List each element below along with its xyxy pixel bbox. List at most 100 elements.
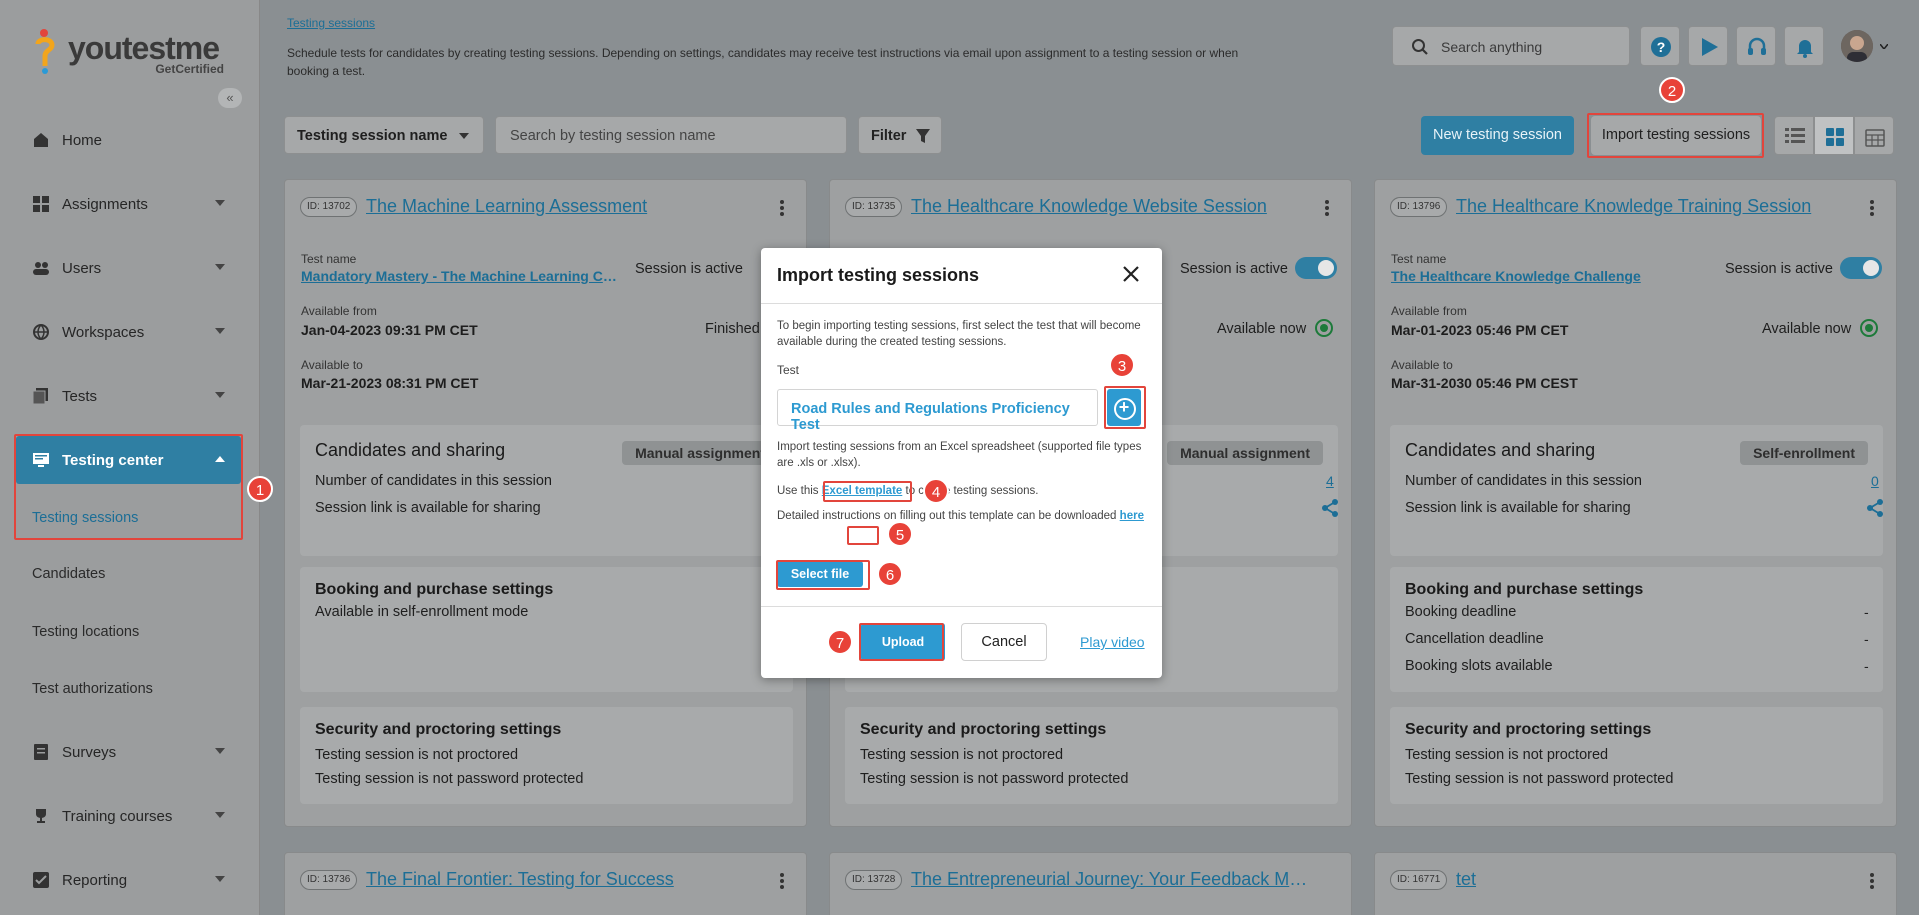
session-card: ID: 13736 The Final Frontier: Testing fo… [284, 852, 807, 915]
session-title-link[interactable]: The Final Frontier: Testing for Success [366, 869, 766, 890]
list-view-button[interactable] [1774, 116, 1814, 155]
global-search-input[interactable]: Search anything [1392, 26, 1630, 66]
session-status: Available now [1217, 321, 1307, 337]
booking-slots-label: Booking slots available [1405, 658, 1553, 674]
sidebar-item-label: Assignments [62, 195, 148, 213]
globe-icon [33, 324, 49, 341]
session-active-toggle[interactable] [1840, 257, 1882, 279]
candidates-count-label: Number of candidates in this session [1405, 473, 1642, 489]
share-label: Session link is available for sharing [315, 500, 541, 516]
chevron-down-icon [215, 748, 225, 754]
test-name-link[interactable]: The Healthcare Knowledge Challenge [1391, 268, 1714, 284]
session-search-input[interactable]: Search by testing session name [495, 116, 847, 154]
test-name-link[interactable]: Mandatory Mastery - The Machine Learning… [301, 268, 624, 284]
sidebar-item-assignments[interactable]: Assignments [16, 180, 241, 228]
session-title-link[interactable]: The Machine Learning Assessment [366, 196, 786, 217]
session-active-toggle[interactable] [1295, 257, 1337, 279]
security-title: Security and proctoring settings [860, 721, 1107, 738]
list-view-icon [1785, 128, 1805, 143]
sidebar-item-home[interactable]: Home [16, 116, 241, 164]
test-selection-field[interactable]: Road Rules and Regulations Proficiency T… [777, 389, 1098, 433]
users-icon [33, 262, 49, 275]
session-id-badge: ID: 13796 [1390, 197, 1448, 217]
session-status: Finished [705, 321, 760, 337]
session-id-badge: ID: 13702 [300, 197, 358, 217]
cancel-button[interactable]: Cancel [961, 623, 1047, 661]
sidebar-item-training-courses[interactable]: Training courses [16, 792, 241, 840]
booking-slots-value: - [1864, 658, 1869, 674]
session-active-label: Session is active [1180, 261, 1288, 277]
available-from-label: Available from [301, 304, 377, 318]
sidebar-sub-candidates[interactable]: Candidates [32, 566, 105, 582]
sidebar-item-users[interactable]: Users [16, 244, 241, 292]
sidebar-item-reporting[interactable]: Reporting [16, 856, 241, 904]
instructions-here-link[interactable]: here [1120, 510, 1144, 522]
dialog-title: Import testing sessions [777, 265, 980, 285]
more-options-icon[interactable] [780, 873, 784, 889]
cancellation-deadline-value: - [1864, 631, 1869, 647]
session-id-badge: ID: 13736 [300, 870, 358, 890]
session-title-link[interactable]: The Healthcare Knowledge Website Session [911, 196, 1331, 217]
highlight-here-link [847, 526, 879, 545]
candidates-title: Candidates and sharing [315, 440, 506, 460]
booking-section: Booking and purchase settings Available … [300, 567, 793, 692]
chevron-down-icon[interactable] [1880, 44, 1888, 49]
session-id-badge: ID: 13728 [845, 870, 903, 890]
candidates-count-link[interactable]: 0 [1871, 473, 1879, 489]
tests-icon [32, 388, 48, 405]
app-window: youtestme GetCertified « Home Assignment… [0, 0, 1919, 915]
more-options-icon[interactable] [780, 200, 784, 216]
avatar[interactable] [1841, 30, 1873, 62]
share-icon[interactable] [1865, 498, 1885, 518]
sidebar-sub-testing-locations[interactable]: Testing locations [32, 624, 139, 640]
session-card: ID: 13796 The Healthcare Knowledge Train… [1374, 179, 1897, 827]
sort-field-select[interactable]: Testing session name [284, 116, 484, 154]
calendar-view-button[interactable] [1854, 116, 1894, 155]
booking-text: Available in self-enrollment mode [315, 604, 529, 620]
assignment-badge: Manual assignment [1167, 441, 1323, 465]
session-title-link[interactable]: The Entrepreneurial Journey: Your Feedba… [911, 869, 1311, 890]
available-from-value: Mar-01-2023 05:46 PM CET [1391, 322, 1569, 338]
support-button[interactable] [1736, 26, 1776, 66]
collapse-sidebar-button[interactable]: « [218, 88, 242, 108]
sidebar-item-label: Training courses [62, 807, 173, 825]
session-card: ID: 13728 The Entrepreneurial Journey: Y… [829, 852, 1352, 915]
filter-button[interactable]: Filter [858, 116, 942, 154]
security-section: Security and proctoring settings Testing… [300, 707, 793, 804]
play-video-link[interactable]: Play video [1080, 634, 1145, 650]
logo: youtestme GetCertified [32, 22, 232, 78]
session-card: ID: 13702 The Machine Learning Assessmen… [284, 179, 807, 827]
breadcrumb[interactable]: Testing sessions [287, 16, 375, 30]
candidates-count-link[interactable]: 4 [1326, 473, 1334, 489]
close-icon[interactable] [1122, 265, 1140, 283]
sidebar-item-tests[interactable]: Tests [16, 372, 241, 420]
sidebar-item-surveys[interactable]: Surveys [16, 728, 241, 776]
more-options-icon[interactable] [1870, 873, 1874, 889]
search-placeholder: Search anything [1441, 39, 1543, 55]
security-title: Security and proctoring settings [1405, 721, 1652, 738]
step-marker-2: 2 [1659, 77, 1685, 103]
available-to-value: Mar-31-2030 05:46 PM CEST [1391, 375, 1578, 391]
calendar-icon [1865, 129, 1885, 147]
help-button[interactable]: ? [1640, 26, 1680, 66]
more-options-icon[interactable] [1325, 200, 1329, 216]
sidebar-item-label: Tests [62, 387, 98, 405]
notifications-button[interactable] [1784, 26, 1824, 66]
more-options-icon[interactable] [1870, 200, 1874, 216]
new-testing-session-button[interactable]: New testing session [1421, 116, 1574, 155]
session-title-link[interactable]: The Healthcare Knowledge Training Sessio… [1456, 196, 1876, 217]
home-icon [34, 133, 48, 147]
available-from-label: Available from [1391, 304, 1467, 318]
candidates-count-label: Number of candidates in this session [315, 473, 552, 489]
share-icon[interactable] [1320, 498, 1340, 518]
sidebar-sub-test-authorizations[interactable]: Test authorizations [32, 681, 153, 697]
session-status: Available now [1762, 321, 1852, 337]
sidebar-item-workspaces[interactable]: Workspaces [16, 308, 241, 356]
session-title-link[interactable]: tet [1456, 869, 1856, 890]
instructions-text: Detailed instructions on filling out thi… [777, 510, 1117, 522]
play-tour-button[interactable] [1688, 26, 1728, 66]
grid-view-button[interactable] [1814, 116, 1854, 155]
headset-icon [1748, 37, 1766, 55]
candidates-title: Candidates and sharing [1405, 440, 1596, 460]
sidebar-item-label: Home [62, 131, 103, 149]
